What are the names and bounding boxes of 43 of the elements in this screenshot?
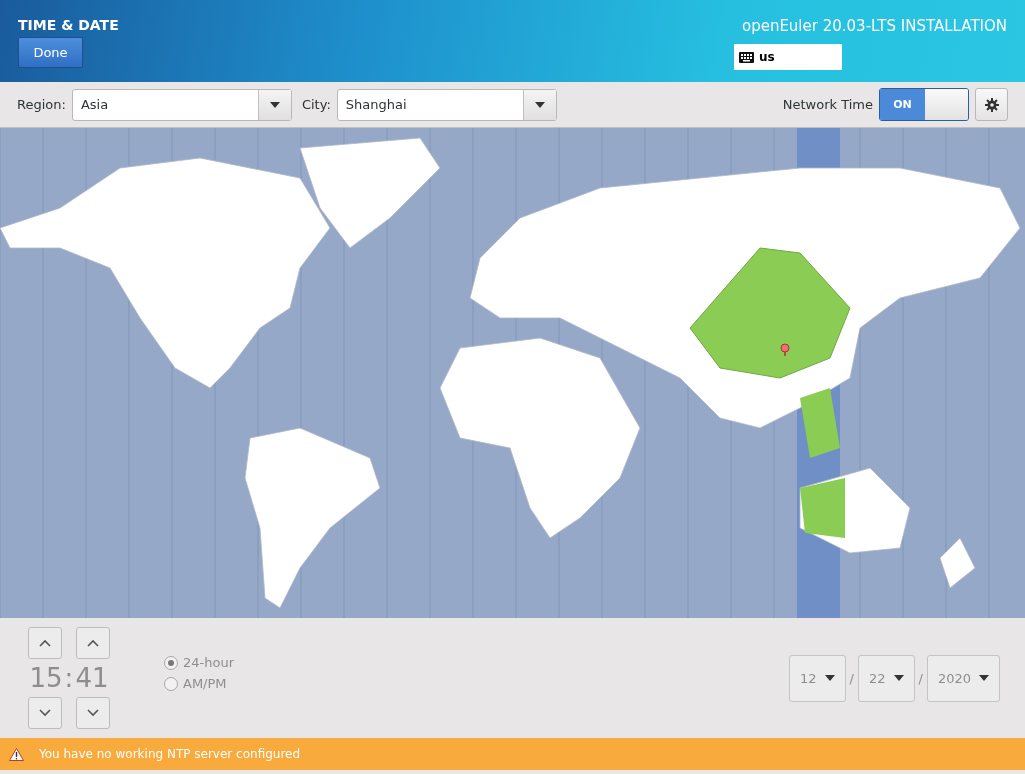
region-label: Region: <box>17 97 66 112</box>
settings-icon <box>984 97 999 112</box>
dropdown-arrow-icon <box>979 675 989 681</box>
keyboard-icon <box>739 51 754 63</box>
warning-icon <box>9 747 24 761</box>
dropdown-arrow-icon <box>824 675 835 681</box>
chevron-down-icon <box>87 709 99 717</box>
region-value: Asia <box>79 96 110 114</box>
time-format-radio[interactable]: 24-hour <box>164 655 234 670</box>
dropdown-arrow-icon <box>534 101 545 108</box>
network-time-label: Network Time <box>782 97 873 112</box>
done-button[interactable]: Done <box>18 37 83 68</box>
chevron-down-icon <box>39 709 51 717</box>
chevron-up-icon <box>87 639 99 647</box>
keyboard-layout-label: us <box>759 50 775 64</box>
hours-value: 15 <box>29 663 63 693</box>
city-value: Shanghai <box>344 96 408 114</box>
city-dropdown[interactable]: Shanghai <box>336 88 557 121</box>
date-dropdown[interactable]: 2020 <box>926 654 1000 702</box>
keyboard-layout-indicator[interactable]: us <box>734 44 842 70</box>
dropdown-arrow-icon <box>269 101 280 108</box>
time-format-radio[interactable]: AM/PM <box>164 676 234 691</box>
network-time-switch[interactable]: ON <box>879 88 969 121</box>
city-label: City: <box>301 97 331 112</box>
minute-down-button[interactable] <box>76 697 110 729</box>
date-dropdown[interactable]: 12 <box>789 654 846 702</box>
hour-up-button[interactable] <box>28 627 62 659</box>
product-title: openEuler 20.03-LTS INSTALLATION <box>741 17 1007 35</box>
settings-button[interactable] <box>975 88 1008 121</box>
region-dropdown[interactable]: Asia <box>71 88 292 121</box>
minutes-value: 41 <box>75 663 109 693</box>
dropdown-arrow-icon <box>893 675 904 681</box>
date-separator: / <box>849 670 854 686</box>
date-dropdown[interactable]: 22 <box>857 654 915 702</box>
world-map-drawing[interactable] <box>0 128 1025 618</box>
switch-state-label: ON <box>880 89 925 120</box>
minute-up-button[interactable] <box>76 627 110 659</box>
date-separator: / <box>918 670 923 686</box>
time-separator: : <box>64 663 74 693</box>
warning-message: You have no working NTP server configured <box>39 747 301 761</box>
page-title: TIME & DATE <box>18 17 119 33</box>
hour-down-button[interactable] <box>28 697 62 729</box>
chevron-up-icon <box>39 639 51 647</box>
